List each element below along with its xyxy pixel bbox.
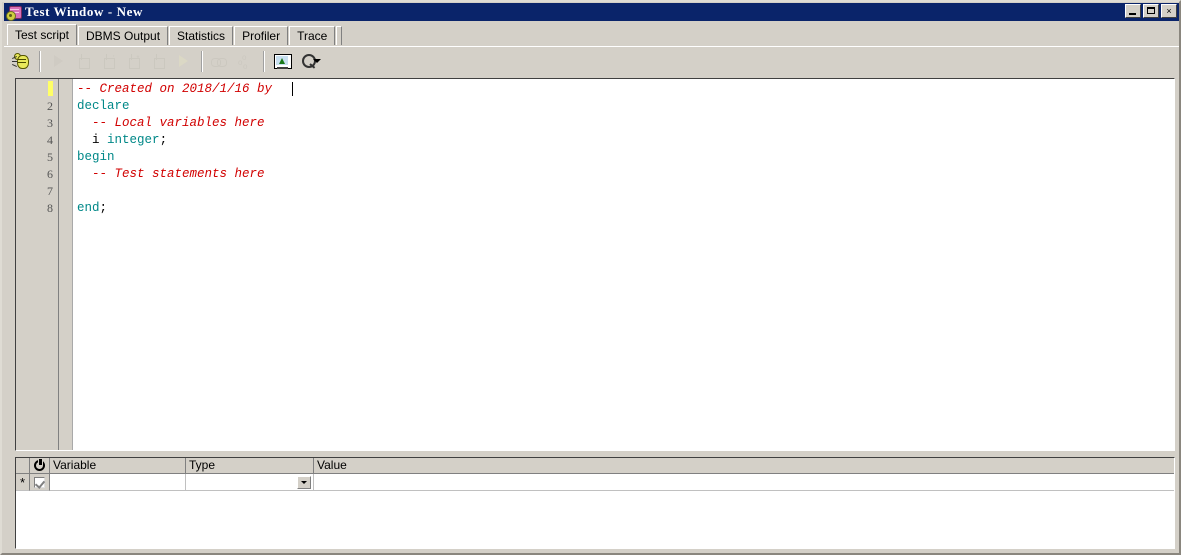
step-over-icon[interactable]: ' [96,50,120,73]
tab-strip: Test script DBMS Output Statistics Profi… [4,23,1179,45]
row-indicator: * [16,474,30,491]
code-token: integer [107,133,160,147]
column-header-value[interactable]: Value [314,458,1174,474]
line-number: 8 [47,201,53,215]
code-line: -- Test statements here [77,166,1174,183]
toolbar-separator-3 [263,50,265,72]
tab-strip-filler [336,26,343,45]
line-number: 3 [47,116,53,130]
debug-toolbar: ' * ooo [4,46,1179,75]
code-line: i integer; [77,132,1174,149]
test-window: Test Window - New × Test script DBMS Out… [0,0,1181,555]
code-token: begin [77,150,115,164]
variables-grid-header: Variable Type Value [16,458,1174,474]
step-out-icon[interactable]: * [121,50,145,73]
code-line: declare [77,98,1174,115]
close-icon: × [1166,5,1172,16]
tab-statistics[interactable]: Statistics [169,26,234,45]
type-dropdown-button[interactable] [297,476,311,489]
grid-corner-header [16,458,30,474]
code-token: -- Created on 2018/1/16 by [77,82,280,96]
code-token: declare [77,99,130,113]
current-line-marker [48,81,53,96]
checkbox-icon [34,476,45,488]
variables-icon[interactable]: ooo [233,50,257,73]
grid-empty-area[interactable] [16,491,1174,548]
variables-grid-panel[interactable]: Variable Type Value * [15,457,1175,549]
run-to-cursor-icon[interactable] [171,50,195,73]
run-play-icon[interactable] [46,50,70,73]
column-header-type[interactable]: Type [186,458,314,474]
cell-type[interactable] [186,474,314,491]
text-caret [292,82,293,96]
toolbar-separator-1 [39,50,41,72]
bookmark-gutter[interactable] [59,79,73,450]
column-header-variable[interactable]: Variable [50,458,186,474]
line-number: 7 [47,184,53,198]
row-toggle-checkbox[interactable] [30,474,50,491]
code-token: end [77,201,100,215]
code-line: -- Created on 2018/1/16 by [77,81,1174,98]
code-editor-panel[interactable]: 1 2 3 4 5 6 7 8 -- Created on 2018/1/16 … [15,78,1175,451]
database-gear-icon [6,5,22,21]
debug-bug-icon[interactable] [9,50,33,73]
maximize-button[interactable] [1143,4,1159,18]
code-token: i [92,133,100,147]
code-lines: -- Created on 2018/1/16 by declare -- Lo… [77,81,1174,217]
cell-value[interactable] [314,474,1174,491]
window-title: Test Window - New [25,4,143,19]
tab-profiler[interactable]: Profiler [234,26,289,45]
step-into-icon[interactable] [71,50,95,73]
line-number: 5 [47,150,53,164]
output-monitor-icon[interactable] [270,50,294,73]
title-bar[interactable]: Test Window - New × [4,3,1179,21]
column-header-toggle[interactable] [30,458,50,474]
code-line: end; [77,200,1174,217]
close-button[interactable]: × [1161,4,1177,18]
chevron-down-icon [301,481,307,484]
tab-dbms-output[interactable]: DBMS Output [78,26,169,45]
power-toggle-icon [34,459,45,471]
line-number: 2 [47,99,53,113]
tab-test-script[interactable]: Test script [7,24,78,45]
line-number-gutter: 1 2 3 4 5 6 7 8 [16,79,58,450]
line-number: 4 [47,133,53,147]
minimize-button[interactable] [1125,4,1141,18]
cell-variable[interactable] [50,474,186,491]
code-token: ; [99,201,108,215]
code-line: -- Local variables here [77,115,1174,132]
find-magnifier-icon[interactable] [295,50,327,73]
code-token: -- Local variables here [77,116,265,130]
code-token: -- Test statements here [77,167,265,181]
window-controls: × [1125,4,1177,18]
code-text-area[interactable]: -- Created on 2018/1/16 by declare -- Lo… [73,79,1174,450]
resize-grip[interactable] [1163,537,1177,551]
tab-trace[interactable]: Trace [289,26,336,45]
line-number: 6 [47,167,53,181]
toolbar-separator-2 [201,50,203,72]
code-line: begin [77,149,1174,166]
breakpoints-chain-icon[interactable] [208,50,232,73]
run-to-exception-icon[interactable] [146,50,170,73]
code-token: ; [159,133,168,147]
table-row[interactable]: * [16,474,1174,491]
